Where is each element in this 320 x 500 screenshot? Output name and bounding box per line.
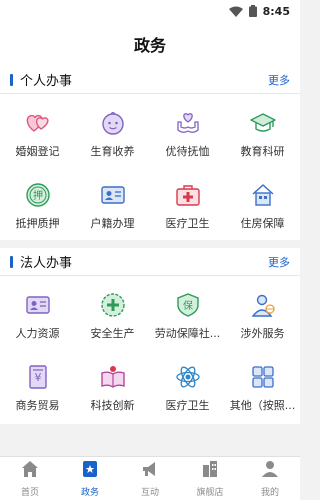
service-housing-security[interactable]: 住房保障 bbox=[225, 170, 300, 242]
tab-government-affairs[interactable]: 政务 bbox=[60, 457, 120, 500]
service-medical-health-corporate[interactable]: 医疗卫生 bbox=[150, 352, 225, 424]
svg-text:¥: ¥ bbox=[34, 371, 41, 384]
service-preferential-care[interactable]: 优待抚恤 bbox=[150, 98, 225, 170]
more-link[interactable]: 更多 bbox=[268, 254, 290, 270]
service-label: 生育收养 bbox=[90, 145, 135, 158]
service-human-resources[interactable]: 人力资源 bbox=[0, 280, 75, 352]
tab-label: 互动 bbox=[140, 487, 159, 498]
tab-interaction[interactable]: 互动 bbox=[120, 457, 180, 500]
corporate-affairs-section: 法人办事 更多 人力资源 安全生产 保 劳动保障社... 涉外服务 ¥ 商务贸易… bbox=[0, 248, 300, 424]
service-marriage-registration[interactable]: 婚姻登记 bbox=[0, 98, 75, 170]
service-technology-innovation[interactable]: 科技创新 bbox=[75, 352, 150, 424]
megaphone-icon bbox=[141, 460, 159, 482]
home-icon bbox=[21, 460, 39, 482]
service-label: 优待抚恤 bbox=[165, 145, 210, 158]
service-safety-production[interactable]: 安全生产 bbox=[75, 280, 150, 352]
shield-bao-icon: 保 bbox=[174, 291, 202, 319]
service-label: 医疗卫生 bbox=[165, 399, 210, 412]
buildings-icon bbox=[201, 460, 219, 482]
more-link[interactable]: 更多 bbox=[268, 72, 290, 88]
open-book-icon bbox=[99, 363, 127, 391]
baby-icon bbox=[99, 109, 127, 137]
service-label: 科技创新 bbox=[90, 399, 135, 412]
tab-home[interactable]: 首页 bbox=[0, 457, 60, 500]
safety-badge-icon bbox=[99, 291, 127, 319]
care-hands-icon bbox=[174, 109, 202, 137]
service-mortgage-pledge[interactable]: 押 抵押质押 bbox=[0, 170, 75, 242]
service-birth-adoption[interactable]: 生育收养 bbox=[75, 98, 150, 170]
section-header: 法人办事 更多 bbox=[0, 248, 300, 276]
medical-kit-icon bbox=[174, 181, 202, 209]
graduation-cap-icon bbox=[249, 109, 277, 137]
grid-icon bbox=[249, 363, 277, 391]
service-labor-social-security[interactable]: 保 劳动保障社... bbox=[150, 280, 225, 352]
service-other[interactable]: 其他（按照... bbox=[225, 352, 300, 424]
service-label: 教育科研 bbox=[240, 145, 285, 158]
wifi-icon bbox=[228, 2, 243, 21]
service-label: 医疗卫生 bbox=[165, 217, 210, 230]
section-title: 个人办事 bbox=[20, 74, 73, 89]
status-bar: 8:45 bbox=[0, 0, 300, 22]
service-label: 安全生产 bbox=[90, 327, 135, 340]
atom-icon bbox=[174, 363, 202, 391]
bottom-tab-bar: 首页 政务 互动 旗舰店 我的 bbox=[0, 456, 300, 500]
service-label: 劳动保障社... bbox=[154, 327, 221, 340]
tab-mine[interactable]: 我的 bbox=[240, 457, 300, 500]
service-label: 其他（按照... bbox=[229, 399, 296, 412]
tab-label: 旗舰店 bbox=[196, 487, 224, 498]
person-icon bbox=[261, 460, 279, 482]
status-time: 8:45 bbox=[262, 4, 290, 18]
personal-affairs-section: 个人办事 更多 婚姻登记 生育收养 优待抚恤 教育科研 押 抵押质押 户籍办理 … bbox=[0, 66, 300, 240]
id-card-icon bbox=[99, 181, 127, 209]
svg-text:押: 押 bbox=[33, 189, 43, 202]
star-card-icon bbox=[81, 460, 99, 482]
service-label: 抵押质押 bbox=[15, 217, 60, 230]
service-label: 婚姻登记 bbox=[15, 145, 60, 158]
service-label: 涉外服务 bbox=[240, 327, 285, 340]
service-commerce-trade[interactable]: ¥ 商务贸易 bbox=[0, 352, 75, 424]
service-label: 户籍办理 bbox=[90, 217, 135, 230]
service-label: 商务贸易 bbox=[15, 399, 60, 412]
service-label: 住房保障 bbox=[240, 217, 285, 230]
trade-document-icon: ¥ bbox=[24, 363, 52, 391]
page-title: 政务 bbox=[133, 36, 166, 55]
section-title: 法人办事 bbox=[20, 256, 73, 271]
page-header: 政务 bbox=[0, 22, 300, 66]
service-label: 人力资源 bbox=[15, 327, 60, 340]
service-education-research[interactable]: 教育科研 bbox=[225, 98, 300, 170]
service-medical-health[interactable]: 医疗卫生 bbox=[150, 170, 225, 242]
person-globe-icon bbox=[249, 291, 277, 319]
hearts-icon bbox=[24, 109, 52, 137]
tab-label: 首页 bbox=[20, 487, 39, 498]
id-card-icon bbox=[24, 291, 52, 319]
tab-label: 政务 bbox=[80, 487, 99, 498]
section-header: 个人办事 更多 bbox=[0, 66, 300, 94]
house-icon bbox=[249, 181, 277, 209]
battery-icon bbox=[248, 2, 257, 21]
tab-label: 我的 bbox=[260, 487, 279, 498]
section-accent-bar bbox=[10, 73, 13, 86]
service-foreign-affairs[interactable]: 涉外服务 bbox=[225, 280, 300, 352]
service-household-registration[interactable]: 户籍办理 bbox=[75, 170, 150, 242]
section-accent-bar bbox=[10, 255, 13, 268]
tab-flagship-store[interactable]: 旗舰店 bbox=[180, 457, 240, 500]
svg-text:保: 保 bbox=[183, 299, 193, 312]
pledge-seal-icon: 押 bbox=[24, 181, 52, 209]
